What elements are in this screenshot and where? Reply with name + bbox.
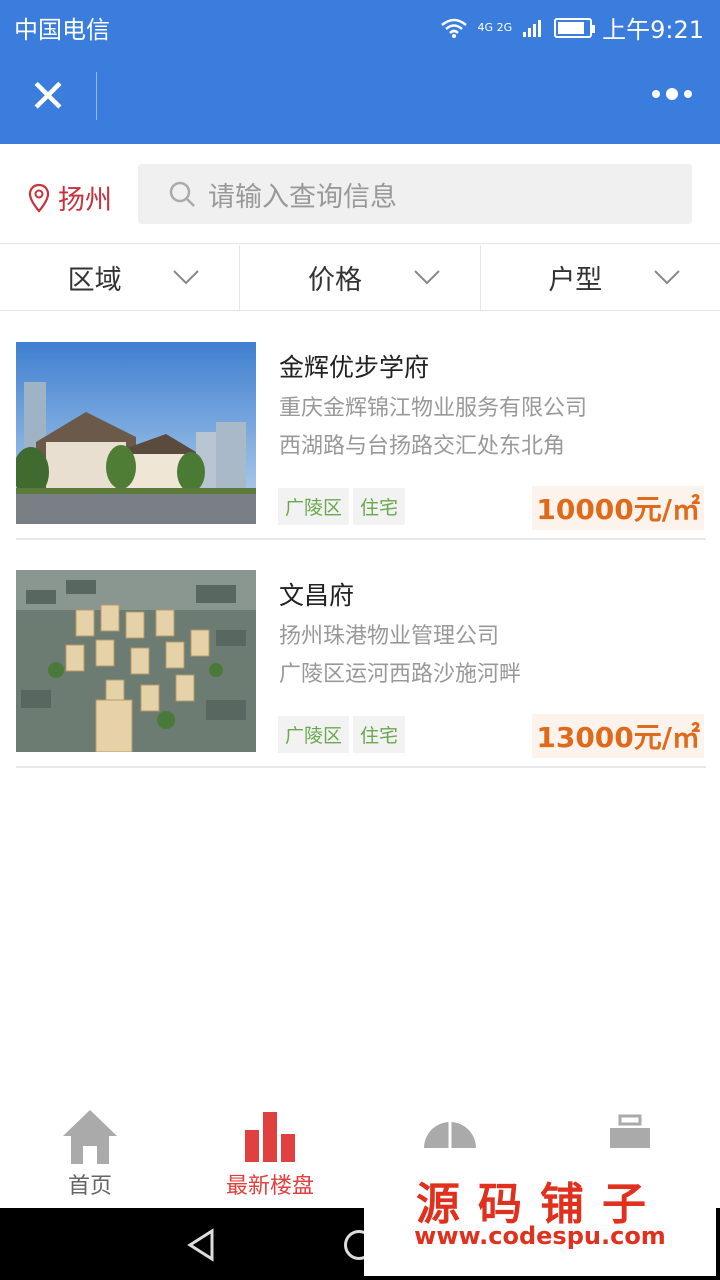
- listing-name: 金辉优步学府: [279, 353, 430, 382]
- bar-chart-icon: [245, 1112, 295, 1162]
- filter-price[interactable]: 价格: [240, 245, 481, 310]
- divider: [96, 72, 97, 120]
- carrier-label: 中国电信: [14, 16, 110, 44]
- tag-type: 住宅: [353, 716, 406, 753]
- filter-area[interactable]: 区域: [0, 245, 241, 310]
- battery-icon: [554, 17, 596, 38]
- watermark: 源码铺子 www.codespu.com: [364, 1150, 716, 1276]
- clock: 上午9:21: [602, 16, 704, 44]
- filter-label: 区域: [67, 265, 122, 296]
- location-pin-icon: [28, 183, 50, 213]
- signal-icon: [523, 19, 542, 37]
- filter-layout[interactable]: 户型: [481, 245, 720, 310]
- search-icon: [169, 181, 195, 207]
- filter-bar: 区域 价格 户型: [0, 245, 720, 311]
- briefcase-icon: [610, 1114, 650, 1148]
- search-input[interactable]: 请输入查询信息: [138, 164, 692, 224]
- listing-tags: 广陵区 住宅: [278, 488, 406, 525]
- listing-company: 扬州珠港物业管理公司: [279, 624, 500, 649]
- home-icon: [63, 1110, 117, 1164]
- more-dots-icon[interactable]: [652, 88, 692, 100]
- chevron-down-icon: [413, 270, 440, 285]
- filter-label: 户型: [548, 265, 603, 296]
- watermark-url: www.codespu.com: [414, 1222, 666, 1250]
- wifi-icon: [440, 18, 467, 38]
- chevron-down-icon: [173, 270, 200, 285]
- search-placeholder: 请输入查询信息: [208, 181, 397, 213]
- tag-type: 住宅: [353, 488, 406, 525]
- property-photo: [16, 570, 256, 752]
- listing-tags: 广陵区 住宅: [278, 716, 406, 753]
- tab-label: 首页: [67, 1174, 112, 1199]
- list-item[interactable]: 金辉优步学府 重庆金辉锦江物业服务有限公司 西湖路与台扬路交汇处东北角 广陵区 …: [16, 312, 706, 540]
- status-right: 4G 2G 上午9:21: [440, 10, 704, 45]
- tab-latest[interactable]: 最新楼盘: [180, 1100, 360, 1208]
- chevron-down-icon: [654, 270, 680, 285]
- close-icon[interactable]: ✕: [26, 73, 70, 120]
- tab-label: 最新楼盘: [225, 1174, 314, 1199]
- title-bar: ✕: [0, 50, 720, 144]
- listing-price: 13000元/㎡: [532, 714, 704, 758]
- tag-district: 广陵区: [278, 488, 350, 525]
- tab-home[interactable]: 首页: [0, 1100, 180, 1208]
- status-bar: 中国电信 4G 2G 上午9:21: [0, 0, 720, 50]
- search-row: 扬州 请输入查询信息: [0, 144, 720, 244]
- tag-district: 广陵区: [278, 716, 350, 753]
- listing-address: 广陵区运河西路沙施河畔: [279, 662, 522, 687]
- back-icon[interactable]: [186, 1228, 216, 1262]
- filter-label: 价格: [307, 265, 362, 296]
- pie-icon: [424, 1120, 476, 1148]
- listing-name: 文昌府: [279, 581, 355, 610]
- listing-price: 10000元/㎡: [532, 486, 704, 530]
- city-label: 扬州: [58, 185, 112, 216]
- network-type: 4G 2G: [477, 21, 513, 34]
- city-selector[interactable]: 扬州: [28, 178, 112, 217]
- list-item[interactable]: 文昌府 扬州珠港物业管理公司 广陵区运河西路沙施河畔 广陵区 住宅 13000元…: [16, 540, 706, 768]
- listing-list: 金辉优步学府 重庆金辉锦江物业服务有限公司 西湖路与台扬路交汇处东北角 广陵区 …: [16, 312, 706, 768]
- listing-address: 西湖路与台扬路交汇处东北角: [279, 434, 566, 459]
- listing-company: 重庆金辉锦江物业服务有限公司: [279, 396, 588, 421]
- property-photo: [16, 342, 256, 524]
